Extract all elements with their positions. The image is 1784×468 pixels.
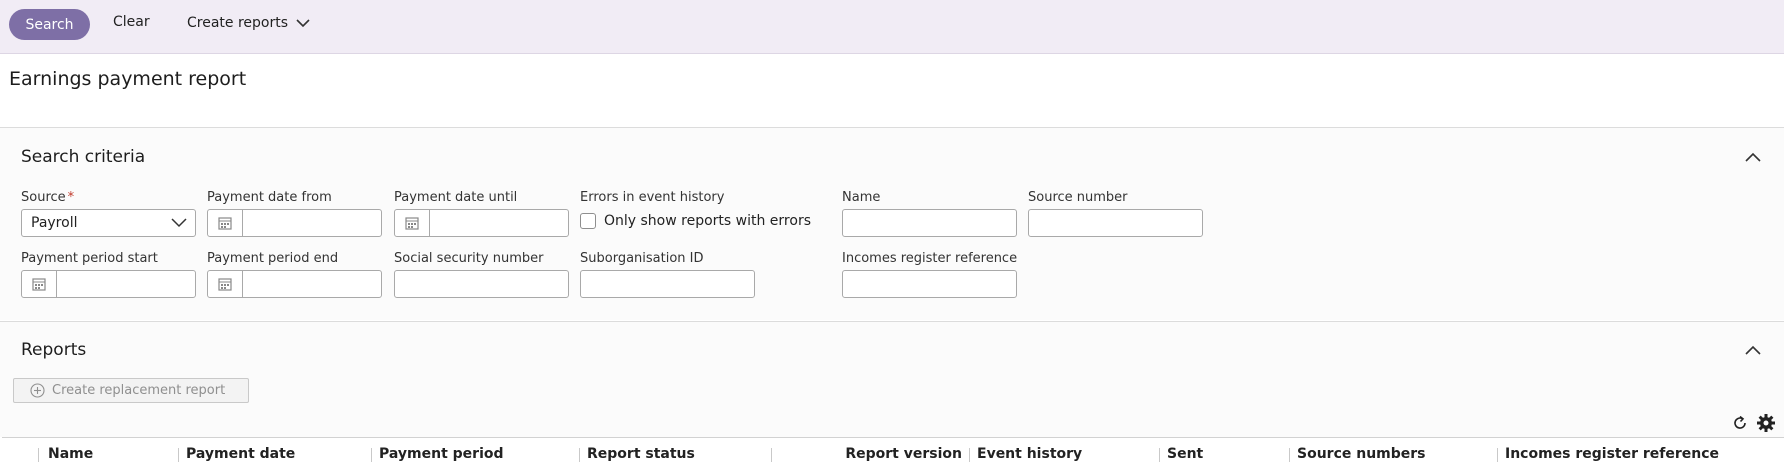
refresh-icon[interactable] bbox=[1730, 413, 1750, 433]
column-separator bbox=[771, 448, 772, 462]
payment-date-until-field[interactable] bbox=[394, 209, 569, 237]
create-reports-label: Create reports bbox=[187, 15, 289, 31]
create-replacement-report-label: Create replacement report bbox=[52, 383, 226, 398]
incomes-register-reference-input[interactable] bbox=[842, 270, 1017, 298]
create-replacement-report-button[interactable]: Create replacement report bbox=[13, 378, 249, 403]
only-errors-checkbox-label: Only show reports with errors bbox=[604, 213, 811, 229]
reports-section bbox=[0, 322, 1784, 437]
social-security-number-input[interactable] bbox=[394, 270, 569, 298]
social-security-number-label: Social security number bbox=[394, 251, 544, 266]
column-header-sent[interactable]: Sent bbox=[1167, 438, 1203, 468]
only-errors-checkbox[interactable] bbox=[580, 213, 596, 229]
payment-period-start-field[interactable] bbox=[21, 270, 196, 298]
suborganisation-id-input[interactable] bbox=[580, 270, 755, 298]
page-title: Earnings payment report bbox=[9, 68, 247, 90]
incomes-register-reference-label: Incomes register reference bbox=[842, 251, 1018, 266]
column-separator bbox=[969, 448, 970, 462]
column-separator bbox=[371, 448, 372, 462]
payment-date-from-field[interactable] bbox=[207, 209, 382, 237]
payment-date-from-label: Payment date from bbox=[207, 190, 332, 205]
chevron-down-icon bbox=[171, 218, 187, 228]
source-select[interactable]: Payroll bbox=[21, 209, 196, 237]
payment-period-end-label: Payment period end bbox=[207, 251, 339, 266]
column-separator bbox=[1159, 448, 1160, 462]
top-toolbar: Search Clear Create reports bbox=[0, 0, 1784, 54]
column-header-payment-period[interactable]: Payment period bbox=[379, 438, 504, 468]
chevron-down-icon bbox=[296, 19, 310, 28]
chevron-up-icon[interactable] bbox=[1744, 149, 1762, 167]
errors-in-event-history-label: Errors in event history bbox=[580, 190, 725, 205]
column-separator bbox=[1289, 448, 1290, 462]
column-header-report-status[interactable]: Report status bbox=[587, 438, 695, 468]
source-number-input[interactable] bbox=[1028, 209, 1203, 237]
column-header-incomes-register-reference[interactable]: Incomes register reference bbox=[1505, 438, 1719, 468]
payment-period-end-field[interactable] bbox=[207, 270, 382, 298]
source-value: Payroll bbox=[31, 215, 78, 231]
clear-button[interactable]: Clear bbox=[113, 14, 150, 30]
column-header-name[interactable]: Name bbox=[48, 438, 93, 468]
chevron-up-icon[interactable] bbox=[1744, 342, 1762, 360]
payment-period-start-label: Payment period start bbox=[21, 251, 158, 266]
column-separator bbox=[1497, 448, 1498, 462]
calendar-icon[interactable] bbox=[395, 210, 430, 236]
column-separator bbox=[579, 448, 580, 462]
calendar-icon[interactable] bbox=[208, 271, 243, 297]
source-number-label: Source number bbox=[1028, 190, 1128, 205]
name-label: Name bbox=[842, 190, 881, 205]
column-header-event-history[interactable]: Event history bbox=[977, 438, 1082, 468]
column-separator bbox=[178, 448, 179, 462]
payment-date-until-label: Payment date until bbox=[394, 190, 518, 205]
search-criteria-title: Search criteria bbox=[21, 147, 146, 167]
only-errors-checkbox-row[interactable]: Only show reports with errors bbox=[580, 213, 811, 229]
column-separator bbox=[38, 448, 39, 462]
plus-circle-icon bbox=[30, 383, 45, 398]
calendar-icon[interactable] bbox=[208, 210, 243, 236]
column-header-payment-date[interactable]: Payment date bbox=[186, 438, 295, 468]
reports-table-header: Name Payment date Payment period Report … bbox=[2, 437, 1784, 468]
name-input[interactable] bbox=[842, 209, 1017, 237]
source-label: Source * bbox=[21, 190, 75, 205]
column-header-report-version[interactable]: Report version bbox=[779, 438, 962, 468]
search-button[interactable]: Search bbox=[9, 9, 90, 40]
create-reports-dropdown[interactable]: Create reports bbox=[187, 15, 310, 31]
column-header-source-numbers[interactable]: Source numbers bbox=[1297, 438, 1426, 468]
calendar-icon[interactable] bbox=[22, 271, 57, 297]
suborganisation-id-label: Suborganisation ID bbox=[580, 251, 704, 266]
gear-icon[interactable] bbox=[1756, 413, 1776, 433]
reports-title: Reports bbox=[21, 340, 87, 360]
required-marker: * bbox=[67, 190, 75, 205]
